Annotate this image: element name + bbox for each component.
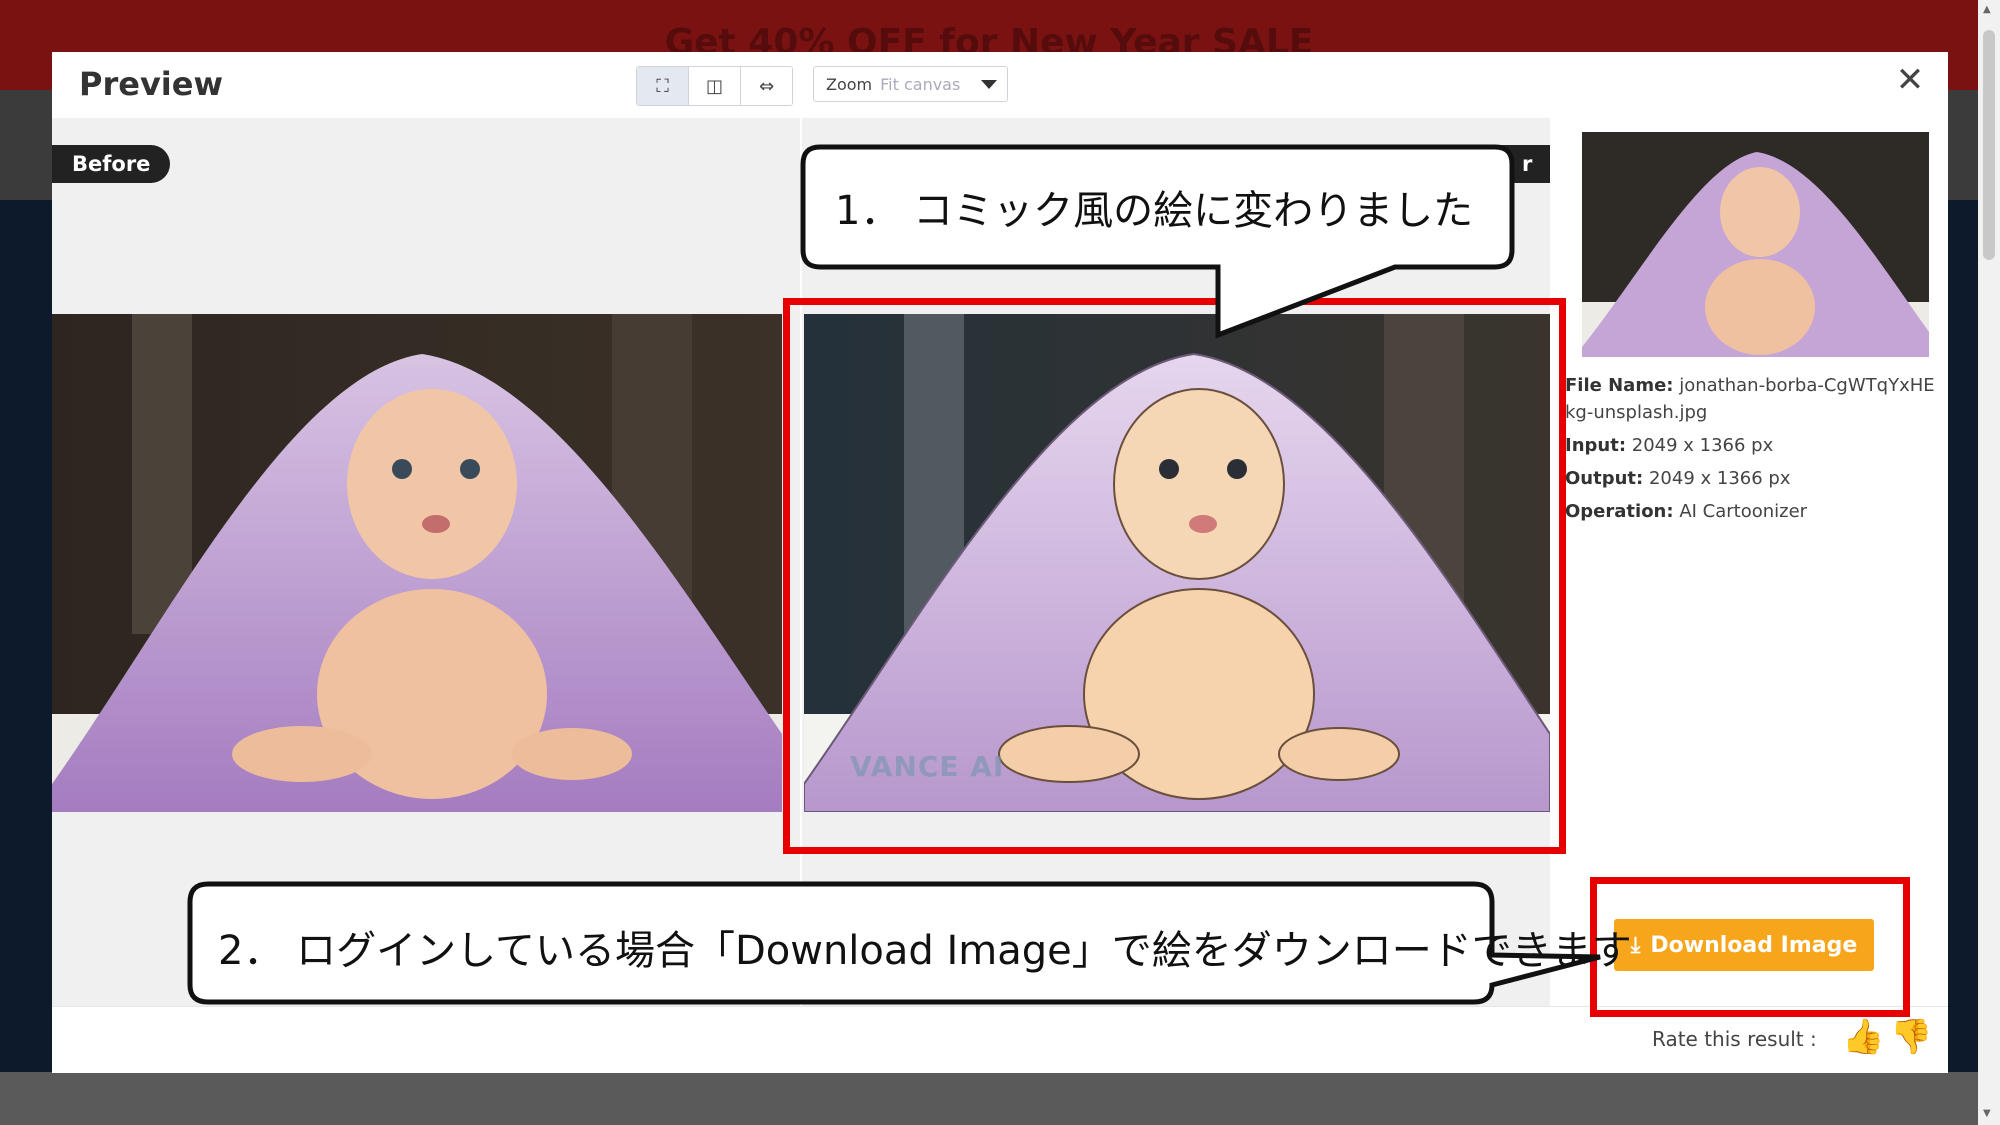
info-input-value: 2049 x 1366 px [1631, 435, 1774, 456]
info-operation-value: AI Cartoonizer [1679, 501, 1808, 522]
view-compare-button[interactable]: ⇔ [741, 67, 792, 105]
info-operation: Operation: AI Cartoonizer [1565, 498, 1945, 525]
info-output-key: Output: [1565, 468, 1644, 489]
scroll-up-icon[interactable]: ▲ [1983, 4, 1991, 15]
info-output-value: 2049 x 1366 px [1648, 468, 1791, 489]
thumbs-up-button[interactable]: 👍 [1842, 1017, 1884, 1057]
thumbs-down-button[interactable]: 👎 [1890, 1017, 1932, 1057]
info-operation-key: Operation: [1565, 501, 1674, 522]
zoom-label: Zoom [826, 74, 873, 94]
before-badge: Before [52, 145, 170, 183]
scrollbar-thumb[interactable] [1983, 30, 1995, 260]
fit-icon: ⛶ [656, 75, 669, 97]
modal-header: Preview ⛶ ◫ ⇔ Zoom Fit canvas ✕ [52, 52, 1948, 118]
thumbs-down-icon: 👎 [1890, 1017, 1933, 1057]
info-input-key: Input: [1565, 435, 1627, 456]
callout-2-text: 2． ログインしている場合「Download Image」で絵をダウンロードでき… [218, 928, 1632, 974]
highlight-download-button [1590, 877, 1910, 1017]
page-scrollbar[interactable]: ▲ ▼ [1978, 0, 2000, 1125]
zoom-select[interactable]: Zoom Fit canvas [813, 66, 1008, 102]
file-info: File Name: jonathan-borba-CgWTqYxHEkg-un… [1565, 372, 1945, 531]
result-thumbnail [1582, 132, 1929, 357]
modal-title: Preview [79, 65, 224, 103]
close-button[interactable]: ✕ [1892, 62, 1928, 98]
chevron-down-icon [981, 80, 997, 89]
highlight-after-image [783, 298, 1566, 854]
zoom-value: Fit canvas [880, 74, 961, 94]
callout-1-text: 1． コミック風の絵に変わりました [835, 188, 1474, 234]
background-footer [0, 1072, 1978, 1125]
split-view-icon: ◫ [705, 75, 723, 97]
info-input: Input: 2049 x 1366 px [1565, 432, 1945, 459]
thumbs-up-icon: 👍 [1842, 1017, 1885, 1057]
view-split-button[interactable]: ◫ [689, 67, 741, 105]
scroll-down-icon[interactable]: ▼ [1983, 1108, 1991, 1119]
view-mode-group: ⛶ ◫ ⇔ [636, 66, 793, 106]
compare-slider-icon: ⇔ [758, 75, 775, 97]
before-image [52, 314, 782, 812]
info-output: Output: 2049 x 1366 px [1565, 465, 1945, 492]
close-icon: ✕ [1895, 60, 1925, 100]
rate-label: Rate this result : [1652, 1027, 1817, 1051]
after-badge: r [1462, 145, 1550, 183]
info-file-name: File Name: jonathan-borba-CgWTqYxHEkg-un… [1565, 372, 1945, 426]
view-fit-button[interactable]: ⛶ [637, 67, 689, 105]
info-file-name-key: File Name: [1565, 375, 1674, 396]
